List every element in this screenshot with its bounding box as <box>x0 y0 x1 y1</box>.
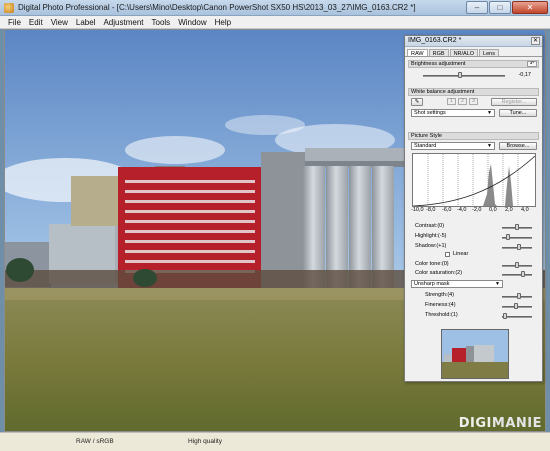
menu-help[interactable]: Help <box>211 16 235 28</box>
status-color-space: RAW / sRGB <box>76 438 114 445</box>
picture-style-select-value: Standard <box>414 143 437 149</box>
navigator-thumbnail[interactable] <box>441 329 509 379</box>
threshold-thumb[interactable] <box>503 313 507 319</box>
maximize-button[interactable]: □ <box>489 1 511 14</box>
histogram-tick-4: -2,0 <box>472 207 482 213</box>
picture-style-header-label: Picture Style <box>411 133 442 139</box>
picture-style-select[interactable]: Standard ▼ <box>411 142 495 150</box>
highlight-label: Highlight:(-5) <box>415 233 447 239</box>
white-balance-header: White balance adjustment <box>408 88 539 96</box>
histogram-tick-7: 4,0 <box>521 207 529 213</box>
histogram-tick-0: -10,0 <box>411 207 424 213</box>
tune-button[interactable]: Tune... <box>499 109 537 117</box>
tab-nr-alo[interactable]: NR/ALO <box>449 49 479 57</box>
window-controls: – □ ✕ <box>466 1 548 14</box>
tone-curve-histogram[interactable] <box>412 153 536 207</box>
shadow-thumb[interactable] <box>516 244 521 250</box>
tab-rgb[interactable]: RGB <box>428 49 449 57</box>
minimize-button[interactable]: – <box>466 1 488 14</box>
tab-raw[interactable]: RAW <box>407 49 428 57</box>
watermark-logo: DIGIMANIE <box>459 416 542 431</box>
histogram-tick-6: 2,0 <box>505 207 513 213</box>
fineness-thumb[interactable] <box>513 303 518 309</box>
wb-preset-3-button[interactable]: 3 <box>469 98 478 105</box>
highlight-thumb[interactable] <box>506 234 510 240</box>
strength-thumb[interactable] <box>516 293 521 299</box>
palette-close-icon[interactable]: ✕ <box>531 37 540 45</box>
brightness-reset-icon[interactable]: ↶ <box>527 61 537 67</box>
palette-tabs: RAW RGB NR/ALO Lens <box>405 47 542 57</box>
palette-title-bar: IMG_0163.CR2 * ✕ <box>405 36 542 47</box>
contrast-label: Contrast:(0) <box>415 223 445 229</box>
register-button[interactable]: Register... <box>491 98 537 106</box>
linear-label: Linear <box>453 251 469 257</box>
shadow-label: Shadow:(+1) <box>415 243 447 249</box>
strength-label: Strength:(4) <box>425 292 455 298</box>
tool-palette: IMG_0163.CR2 * ✕ RAW RGB NR/ALO Lens Bri… <box>404 35 543 382</box>
sharpness-mode-select[interactable]: Unsharp mask ▼ <box>411 280 503 288</box>
linear-checkbox[interactable] <box>445 252 450 257</box>
eyedropper-button[interactable]: ✎ <box>411 98 423 106</box>
histogram-tick-5: 0,0 <box>489 207 497 213</box>
chevron-down-icon: ▼ <box>487 110 492 116</box>
chevron-down-icon: ▼ <box>495 281 500 287</box>
color-saturation-slider[interactable] <box>502 274 532 276</box>
status-quality: High quality <box>188 438 222 445</box>
color-tone-thumb[interactable] <box>515 262 519 268</box>
title-bar: Digital Photo Professional - [C:\Users\M… <box>0 0 550 16</box>
menu-file[interactable]: File <box>4 16 25 28</box>
tab-lens[interactable]: Lens <box>479 49 499 57</box>
brightness-header-label: Brightness adjustment <box>411 61 466 67</box>
histogram-tick-1: -8,0 <box>426 207 436 213</box>
picture-style-header: Picture Style <box>408 132 539 140</box>
menu-bar: File Edit View Label Adjustment Tools Wi… <box>0 16 550 29</box>
color-saturation-thumb[interactable] <box>521 271 525 277</box>
menu-adjustment[interactable]: Adjustment <box>99 16 147 28</box>
menu-label[interactable]: Label <box>72 16 100 28</box>
brightness-thumb[interactable] <box>457 72 462 78</box>
color-tone-label: Color tone:(0) <box>415 261 449 267</box>
sharpness-mode-value: Unsharp mask <box>414 281 450 287</box>
menu-edit[interactable]: Edit <box>25 16 47 28</box>
menu-view[interactable]: View <box>47 16 72 28</box>
app-icon <box>4 3 14 13</box>
wb-preset-1-button[interactable]: 1 <box>447 98 456 105</box>
watermark-part-1: DIGI <box>458 416 492 431</box>
white-balance-select[interactable]: Shot settings ▼ <box>411 109 495 117</box>
contrast-thumb[interactable] <box>515 224 519 230</box>
color-saturation-label: Color saturation:(2) <box>415 270 463 276</box>
wb-preset-2-button[interactable]: 2 <box>458 98 467 105</box>
histogram-tick-3: -4,0 <box>457 207 467 213</box>
menu-tools[interactable]: Tools <box>148 16 175 28</box>
threshold-label: Threshold:(1) <box>425 312 458 318</box>
brightness-value: -0,17 <box>518 72 531 78</box>
histogram-graphic <box>412 154 536 207</box>
white-balance-header-label: White balance adjustment <box>411 89 475 95</box>
palette-title: IMG_0163.CR2 * <box>408 37 462 44</box>
menu-window[interactable]: Window <box>174 16 210 28</box>
watermark-part-2: MANIE <box>491 416 542 431</box>
brightness-slider[interactable] <box>423 75 505 77</box>
window-title: Digital Photo Professional - [C:\Users\M… <box>18 3 416 12</box>
brightness-header: Brightness adjustment ↶ <box>408 60 539 68</box>
fineness-label: Fineness:(4) <box>425 302 456 308</box>
close-button[interactable]: ✕ <box>512 1 548 14</box>
white-balance-select-value: Shot settings <box>414 110 446 116</box>
chevron-down-icon: ▼ <box>487 143 492 149</box>
histogram-tick-2: -6,0 <box>442 207 452 213</box>
browse-button[interactable]: Browse... <box>499 142 537 150</box>
thumbnail-image <box>442 330 508 378</box>
status-bar: RAW / sRGB High quality <box>0 432 550 451</box>
